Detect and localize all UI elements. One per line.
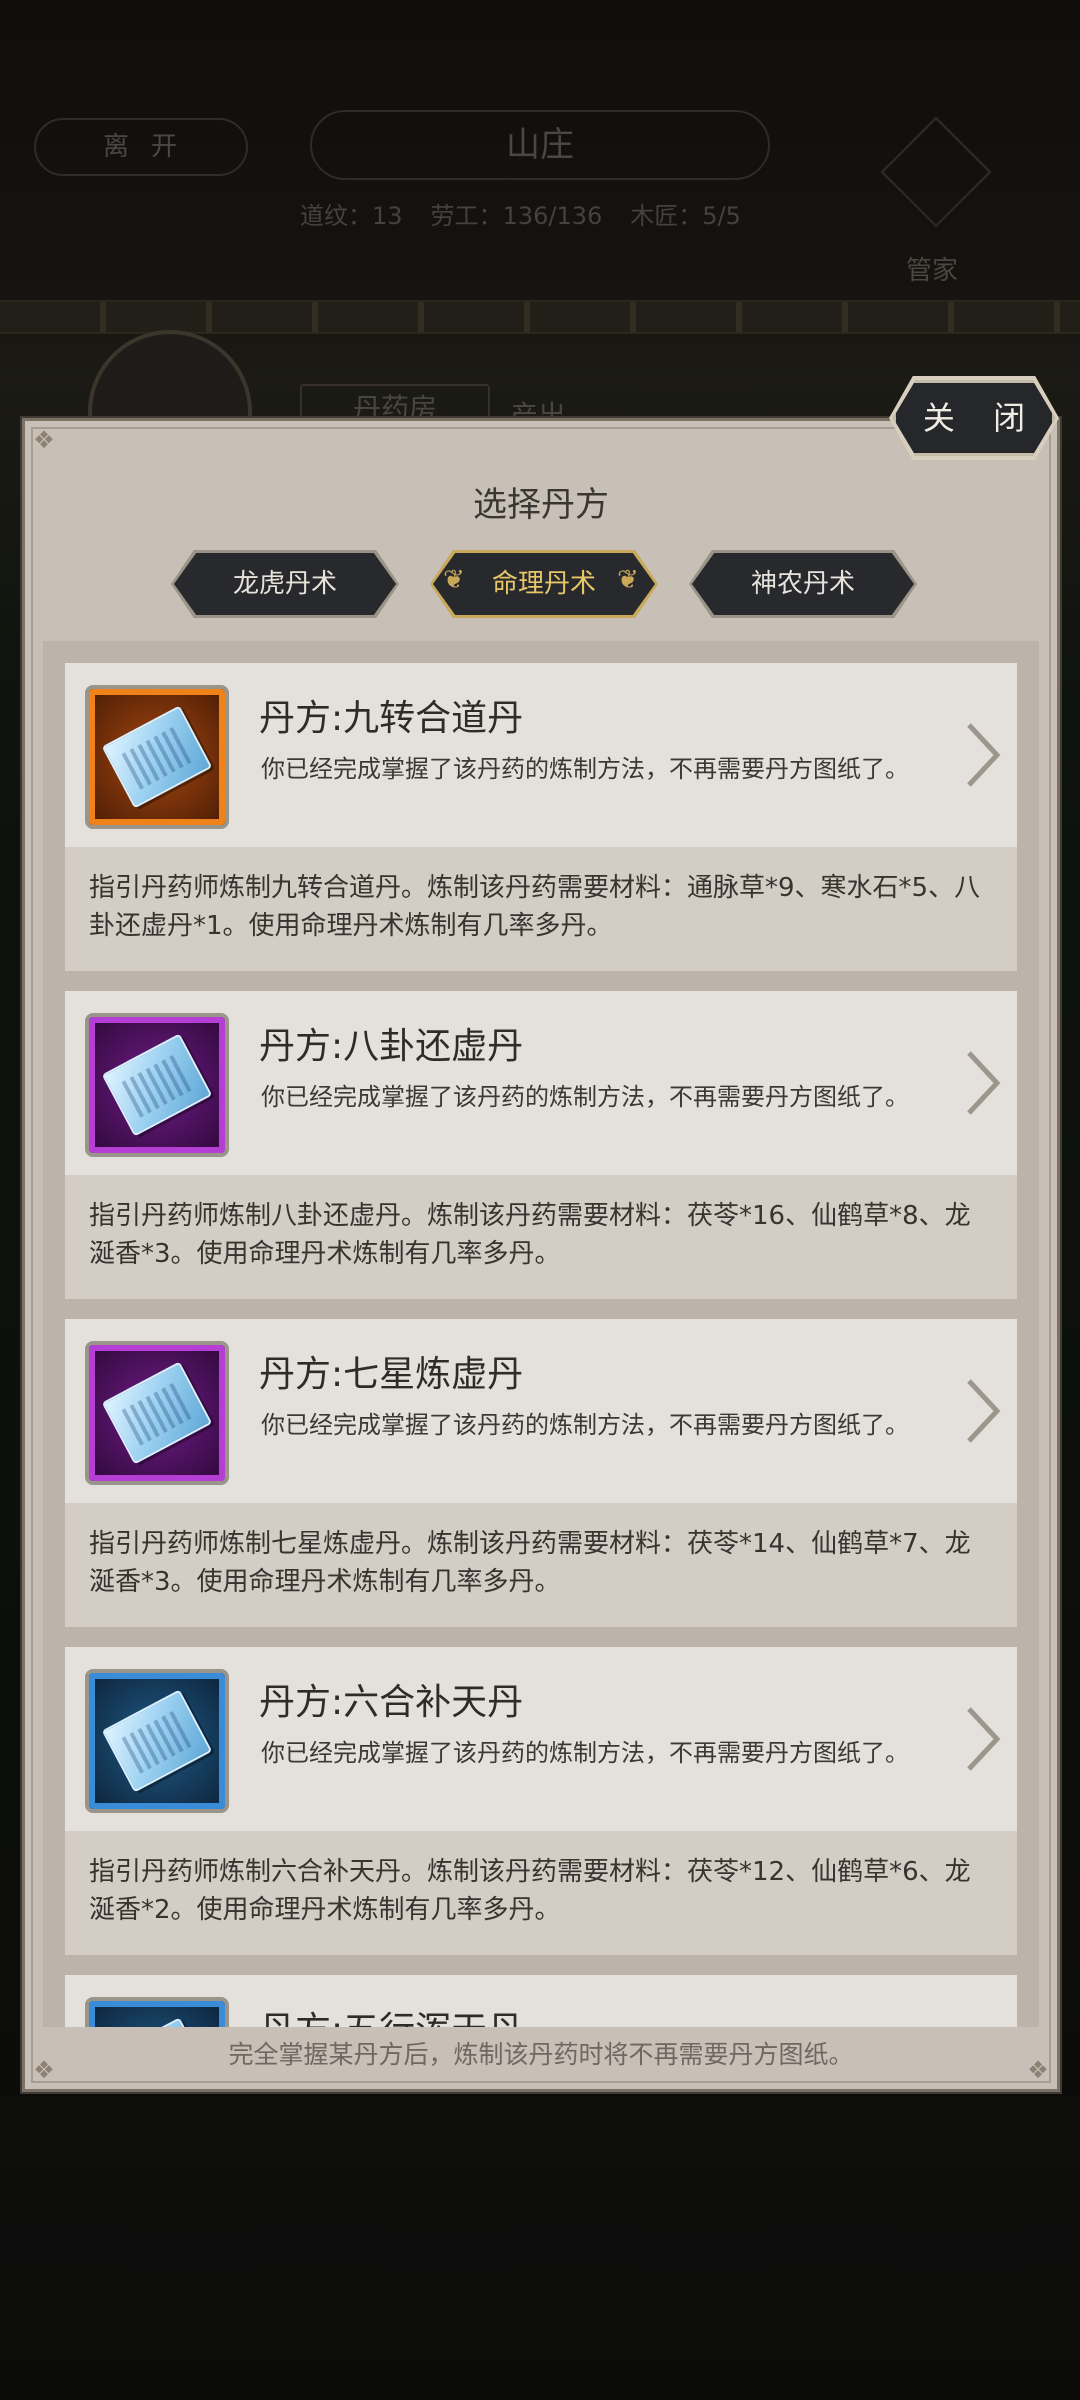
stat-labor: 劳工：136/136 <box>430 202 603 230</box>
recipe-card[interactable]: 丹方:九转合道丹 你已经完成掌握了该丹药的炼制方法，不再需要丹方图纸了。 指引丹… <box>65 663 1017 971</box>
recipe-list[interactable]: 丹方:九转合道丹 你已经完成掌握了该丹药的炼制方法，不再需要丹方图纸了。 指引丹… <box>43 641 1039 2027</box>
recipe-status: 你已经完成掌握了该丹药的炼制方法，不再需要丹方图纸了。 <box>261 1083 909 1111</box>
tab-shennong[interactable]: 神农丹术 <box>692 553 914 615</box>
recipe-description: 指引丹药师炼制八卦还虚丹。炼制该丹药需要材料：茯苓*16、仙鹤草*8、龙涎香*3… <box>65 1175 1017 1299</box>
recipe-description: 指引丹药师炼制九转合道丹。炼制该丹药需要材料：通脉草*9、寒水石*5、八卦还虚丹… <box>65 847 1017 971</box>
recipe-title: 丹方:六合补天丹 <box>259 1682 524 1723</box>
steward-label: 管家 <box>906 256 959 286</box>
recipe-title: 丹方:八卦还虚丹 <box>259 1026 524 1067</box>
recipe-card[interactable]: 丹方:五行浑天丹 <box>65 1975 1017 2027</box>
tab-flourish-icon: ❦ <box>617 565 639 595</box>
recipe-card[interactable]: 丹方:七星炼虚丹 你已经完成掌握了该丹药的炼制方法，不再需要丹方图纸了。 指引丹… <box>65 1319 1017 1627</box>
recipe-select-dialog: ❖ ❖ ❖ ❖ 选择丹方 龙虎丹术 命理丹术 ❦ ❦ 神农丹术 丹方:九转合道丹… <box>22 418 1060 2092</box>
manor-title: 山庄 <box>310 110 770 180</box>
tab-flourish-icon: ❦ <box>443 565 465 595</box>
steward-icon[interactable] <box>880 116 992 228</box>
recipe-title: 丹方:五行浑天丹 <box>259 2001 523 2027</box>
leave-button[interactable]: 离开 <box>34 118 248 176</box>
corner-ornament-icon: ❖ <box>33 426 55 454</box>
recipe-title: 丹方:七星炼虚丹 <box>259 1354 524 1395</box>
recipe-status: 你已经完成掌握了该丹药的炼制方法，不再需要丹方图纸了。 <box>261 1411 909 1439</box>
recipe-scroll-icon <box>85 1341 229 1485</box>
close-button[interactable]: 关 闭 <box>893 380 1055 456</box>
recipe-scroll-icon <box>85 1013 229 1157</box>
recipe-card[interactable]: 丹方:六合补天丹 你已经完成掌握了该丹药的炼制方法，不再需要丹方图纸了。 指引丹… <box>65 1647 1017 1955</box>
footer-note: 完全掌握某丹方后，炼制该丹药时将不再需要丹方图纸。 <box>228 2040 854 2069</box>
alchemy-tabs: 龙虎丹术 命理丹术 ❦ ❦ 神农丹术 <box>25 550 1057 618</box>
decorative-rail <box>0 300 1080 334</box>
recipe-description: 指引丹药师炼制六合补天丹。炼制该丹药需要材料：茯苓*12、仙鹤草*6、龙涎香*2… <box>65 1831 1017 1955</box>
dialog-title: 选择丹方 <box>473 485 609 525</box>
chevron-right-icon[interactable] <box>963 721 1003 789</box>
stat-carpenter: 木匠：5/5 <box>630 202 741 230</box>
stat-daowen: 道纹：13 <box>300 202 403 230</box>
recipe-status: 你已经完成掌握了该丹药的炼制方法，不再需要丹方图纸了。 <box>261 755 909 783</box>
recipe-title: 丹方:九转合道丹 <box>259 698 524 739</box>
recipe-status: 你已经完成掌握了该丹药的炼制方法，不再需要丹方图纸了。 <box>261 1739 909 1767</box>
chevron-right-icon[interactable] <box>963 1705 1003 1773</box>
resource-stats: 道纹：13 劳工：136/136 木匠：5/5 <box>300 196 820 236</box>
recipe-description: 指引丹药师炼制七星炼虚丹。炼制该丹药需要材料：茯苓*14、仙鹤草*7、龙涎香*3… <box>65 1503 1017 1627</box>
recipe-scroll-icon <box>85 1669 229 1813</box>
chevron-right-icon[interactable] <box>963 1049 1003 1117</box>
recipe-card[interactable]: 丹方:八卦还虚丹 你已经完成掌握了该丹药的炼制方法，不再需要丹方图纸了。 指引丹… <box>65 991 1017 1299</box>
recipe-scroll-icon <box>85 1997 229 2027</box>
tab-longhu[interactable]: 龙虎丹术 <box>174 553 396 615</box>
chevron-right-icon[interactable] <box>963 1377 1003 1445</box>
recipe-scroll-icon <box>85 685 229 829</box>
background-bottom <box>0 2096 1080 2400</box>
